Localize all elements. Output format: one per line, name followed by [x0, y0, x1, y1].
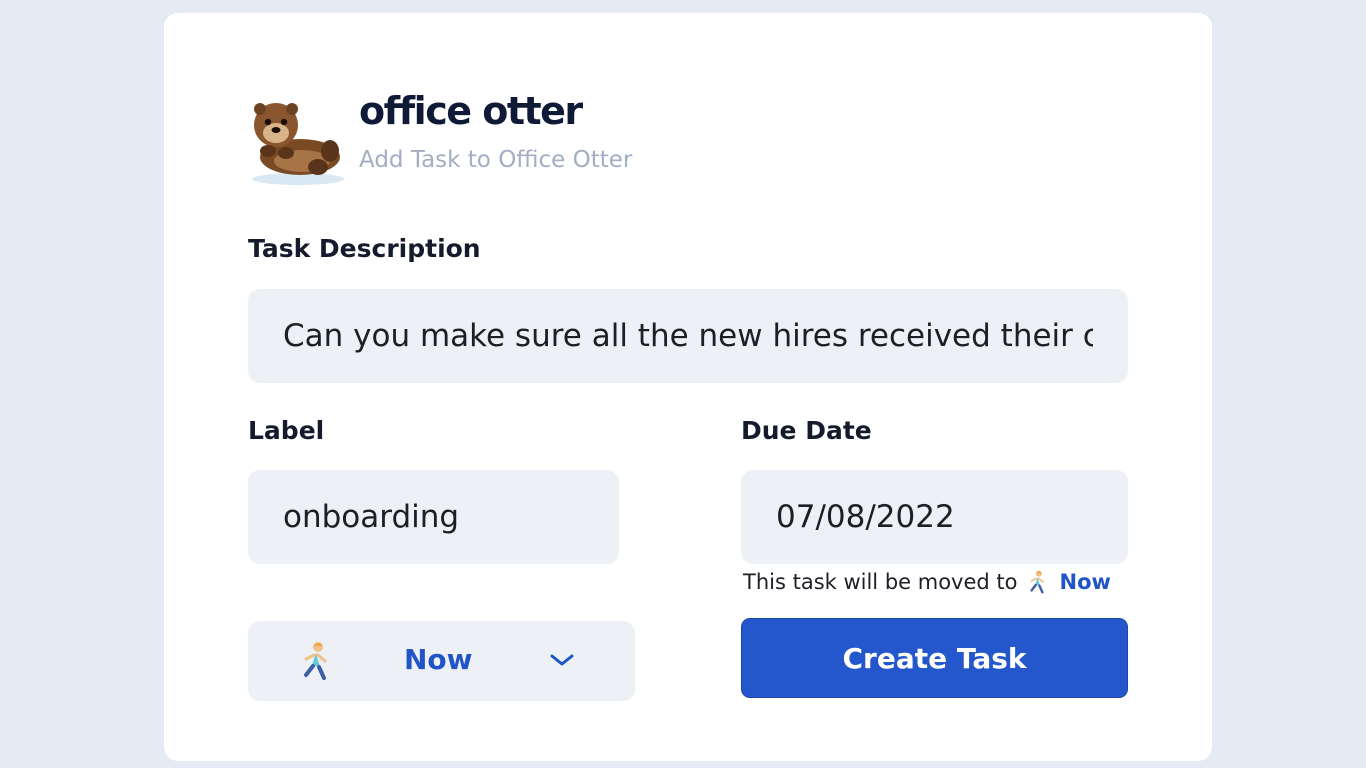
move-hint: This task will be moved to Now [743, 570, 1111, 594]
due-date-label: Due Date [741, 416, 872, 445]
task-description-value: Can you make sure all the new hires rece… [283, 318, 1093, 354]
task-description-label: Task Description [248, 234, 481, 263]
status-select[interactable]: Now [248, 621, 635, 701]
label-value: onboarding [283, 499, 460, 535]
label-field-label: Label [248, 416, 325, 445]
runner-icon [304, 642, 327, 680]
app-name: office otter [359, 89, 583, 133]
page-subtitle: Add Task to Office Otter [359, 147, 633, 173]
add-task-card: office otter Add Task to Office Otter Ta… [164, 13, 1212, 761]
move-hint-status: Now [1059, 570, 1111, 594]
due-date-input[interactable]: 07/08/2022 [741, 470, 1128, 564]
task-description-input[interactable]: Can you make sure all the new hires rece… [248, 289, 1128, 383]
chevron-down-icon[interactable] [548, 651, 576, 669]
move-hint-text: This task will be moved to [743, 570, 1018, 594]
runner-icon [1029, 570, 1044, 594]
label-input[interactable]: onboarding [248, 470, 619, 564]
status-select-value: Now [404, 643, 473, 676]
create-task-button[interactable]: Create Task [741, 618, 1128, 698]
otter-icon [252, 103, 344, 185]
due-date-value: 07/08/2022 [776, 499, 955, 535]
